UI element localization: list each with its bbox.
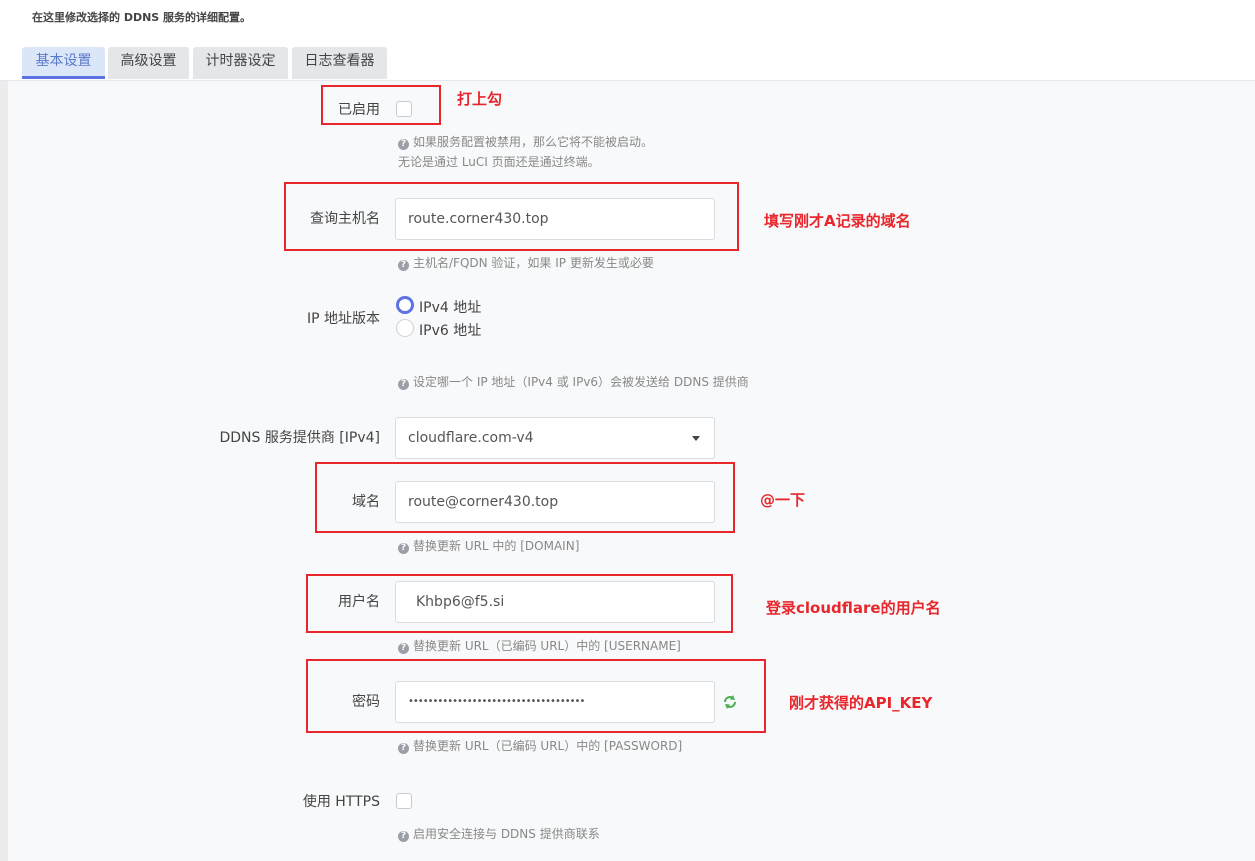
ip-version-help-text: 设定哪一个 IP 地址（IPv4 或 IPv6）会被发送给 DDNS 提供商 — [413, 375, 749, 389]
https-label: 使用 HTTPS — [302, 794, 380, 810]
ipv4-radio[interactable] — [396, 296, 414, 314]
tab-timer-settings[interactable]: 计时器设定 — [193, 47, 288, 79]
page-description: 在这里修改选择的 DDNS 服务的详细配置。 — [32, 11, 252, 24]
question-circle-icon: ? — [398, 743, 409, 754]
enabled-help-line1: 如果服务配置被禁用，那么它将不能被启动。 — [413, 135, 654, 149]
annotation-enabled: 打上勾 — [457, 90, 503, 108]
annotation-lookup-host: 填写刚才A记录的域名 — [764, 212, 911, 230]
enabled-help: ? 如果服务配置被禁用，那么它将不能被启动。 — [398, 132, 653, 152]
lookup-host-help-text: 主机名/FQDN 验证，如果 IP 更新发生或必要 — [413, 256, 654, 270]
question-circle-icon: ? — [398, 139, 409, 150]
https-checkbox[interactable] — [396, 793, 412, 809]
annotation-password: 刚才获得的API_KEY — [789, 694, 933, 712]
tab-log-viewer[interactable]: 日志查看器 — [292, 47, 387, 79]
provider-label: DDNS 服务提供商 [IPv4] — [219, 430, 380, 446]
question-circle-icon: ? — [398, 831, 409, 842]
username-help-text: 替换更新 URL（已编码 URL）中的 [USERNAME] — [413, 639, 681, 653]
left-edge — [0, 81, 8, 861]
highlight-box-password — [306, 659, 766, 733]
provider-select-value: cloudflare.com-v4 — [408, 430, 534, 446]
highlight-box-username — [306, 574, 733, 633]
provider-select[interactable]: cloudflare.com-v4 — [395, 417, 715, 459]
question-circle-icon: ? — [398, 643, 409, 654]
ip-version-label: IP 地址版本 — [306, 311, 380, 327]
lookup-host-help: ? 主机名/FQDN 验证，如果 IP 更新发生或必要 — [398, 253, 654, 273]
domain-help-text: 替换更新 URL 中的 [DOMAIN] — [413, 539, 580, 553]
domain-help: ? 替换更新 URL 中的 [DOMAIN] — [398, 536, 579, 556]
tab-advanced-settings[interactable]: 高级设置 — [108, 47, 189, 79]
ip-version-help: ? 设定哪一个 IP 地址（IPv4 或 IPv6）会被发送给 DDNS 提供商 — [398, 372, 749, 392]
ipv6-radio[interactable] — [396, 319, 414, 337]
question-circle-icon: ? — [398, 543, 409, 554]
https-help-text: 启用安全连接与 DDNS 提供商联系 — [413, 827, 600, 841]
caret-down-icon — [692, 436, 700, 441]
enabled-help-line2: 无论是通过 LuCI 页面还是通过终端。 — [398, 155, 600, 169]
https-help: ? 启用安全连接与 DDNS 提供商联系 — [398, 824, 600, 844]
highlight-box-enabled — [321, 85, 441, 125]
highlight-box-lookup-host — [284, 182, 739, 251]
annotation-domain: @一下 — [760, 491, 806, 509]
question-circle-icon: ? — [398, 260, 409, 271]
tab-basic-settings[interactable]: 基本设置 — [22, 47, 105, 79]
password-help-text: 替换更新 URL（已编码 URL）中的 [PASSWORD] — [413, 739, 683, 753]
ipv6-radio-label[interactable]: IPv6 地址 — [419, 320, 481, 340]
question-circle-icon: ? — [398, 379, 409, 390]
annotation-username: 登录cloudflare的用户名 — [766, 599, 941, 617]
username-help: ? 替换更新 URL（已编码 URL）中的 [USERNAME] — [398, 636, 681, 656]
password-help: ? 替换更新 URL（已编码 URL）中的 [PASSWORD] — [398, 736, 682, 756]
highlight-box-domain — [315, 462, 735, 533]
ipv4-radio-label[interactable]: IPv4 地址 — [419, 297, 481, 317]
